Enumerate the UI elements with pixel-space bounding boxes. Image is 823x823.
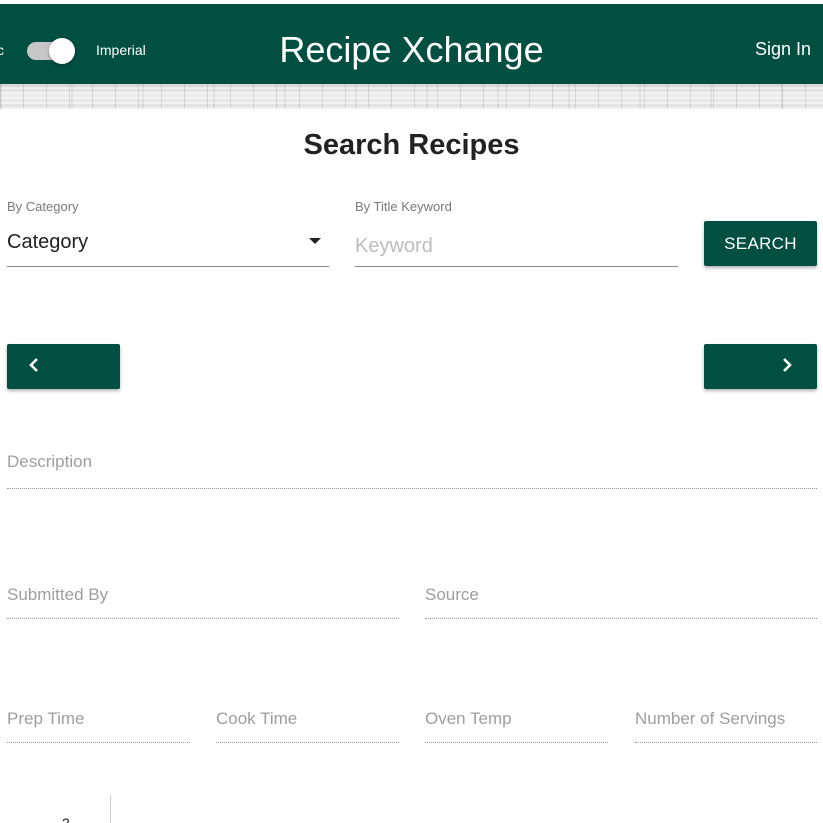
bottom-divider — [110, 795, 111, 823]
previous-recipe-button[interactable] — [7, 344, 120, 389]
oven-temp-field[interactable]: Oven Temp — [425, 706, 608, 743]
prep-time-label: Prep Time — [7, 709, 85, 728]
submitted-by-field[interactable]: Submitted By — [7, 582, 399, 619]
oven-temp-label: Oven Temp — [425, 709, 512, 728]
category-select-value: Category — [7, 231, 89, 253]
prep-time-field[interactable]: Prep Time — [7, 706, 190, 743]
next-recipe-button[interactable] — [704, 344, 817, 389]
description-label: Description — [7, 452, 93, 471]
chevron-left-icon — [29, 358, 38, 372]
wood-texture-banner — [0, 84, 823, 109]
description-field[interactable]: Description — [7, 448, 817, 489]
category-field-label: By Category — [7, 199, 79, 214]
servings-field[interactable]: Number of Servings — [635, 706, 817, 743]
keyword-input[interactable] — [355, 226, 678, 267]
servings-label: Number of Servings — [635, 709, 786, 728]
category-select[interactable]: Category — [7, 226, 329, 267]
top-navbar: c Imperial Recipe Xchange Sign In — [0, 4, 823, 84]
bottom-partial-number: 2 — [62, 815, 70, 823]
keyword-field-label: By Title Keyword — [355, 199, 452, 214]
search-button[interactable]: SEARCH — [704, 221, 817, 266]
cook-time-label: Cook Time — [216, 709, 298, 728]
submitted-by-label: Submitted By — [7, 585, 109, 604]
chevron-right-icon — [783, 358, 792, 372]
source-label: Source — [425, 585, 479, 604]
app-title[interactable]: Recipe Xchange — [0, 28, 823, 72]
caret-down-icon — [309, 238, 321, 244]
sign-in-link[interactable]: Sign In — [755, 37, 811, 61]
cook-time-field[interactable]: Cook Time — [216, 706, 399, 743]
source-field[interactable]: Source — [425, 582, 817, 619]
page-title: Search Recipes — [303, 129, 520, 161]
